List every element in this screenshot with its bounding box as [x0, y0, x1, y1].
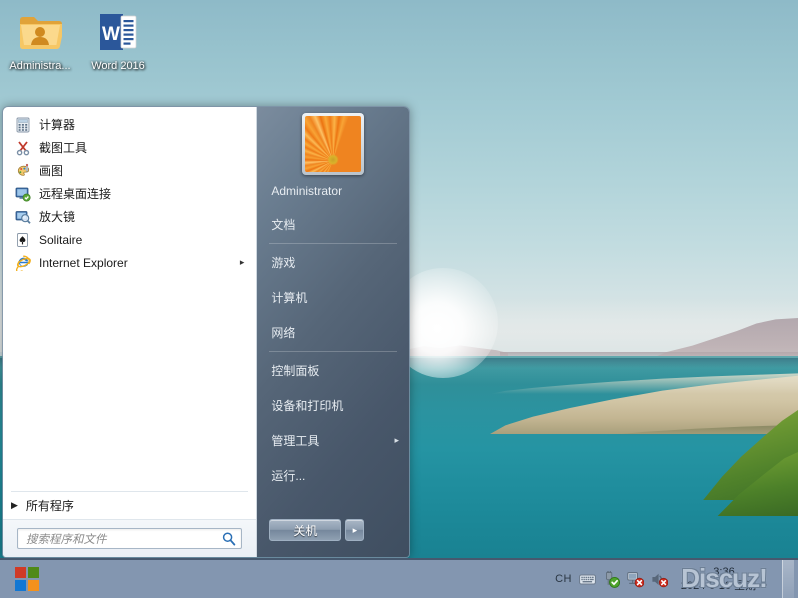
start-menu-program-list: 计算器 截图工具 画图 远程桌面连接 放大镜 Solitaire Interne… [3, 107, 256, 489]
user-picture-orange-daisy [305, 116, 362, 172]
start-menu-item-label: Solitaire [39, 232, 83, 247]
start-menu-item-label: 画图 [39, 164, 64, 178]
chevron-right-icon: ▸ [239, 257, 245, 267]
shutdown-label: 关机 [293, 523, 318, 538]
safely-remove-hardware-icon[interactable] [603, 570, 620, 588]
keyboard-icon[interactable] [579, 571, 596, 588]
chevron-right-icon: ▸ [352, 524, 358, 535]
start-menu-power-area: 关机 ▸ [257, 511, 409, 557]
start-menu-item-label: 远程桌面连接 [39, 187, 112, 201]
start-menu-left-panel: 计算器 截图工具 画图 远程桌面连接 放大镜 Solitaire Interne… [3, 107, 258, 557]
desktop-icon-label: Administra... [9, 60, 71, 72]
system-tray: CH 3:36 2024-6-10 星期一 Discuz! [555, 560, 798, 598]
start-menu-right-item-network[interactable]: 网络 [257, 315, 409, 350]
start-menu-right-panel: Administrator 文档 游戏 计算机 网络 控制面板 设备和打印机 管… [257, 107, 409, 557]
search-input[interactable]: 搜索程序和文件 [17, 528, 243, 549]
start-menu-item-paint[interactable]: 画图 [9, 159, 250, 182]
search-icon [221, 531, 237, 547]
start-menu-right-item-control-panel[interactable]: 控制面板 [257, 353, 409, 388]
all-programs-button[interactable]: ▶ 所有程序 [3, 492, 256, 519]
magnifier-icon [13, 208, 33, 225]
network-disconnected-icon[interactable] [627, 571, 644, 588]
start-menu-item-remote-desktop[interactable]: 远程桌面连接 [9, 182, 250, 205]
start-menu-right-divider [269, 351, 397, 352]
start-menu[interactable]: 计算器 截图工具 画图 远程桌面连接 放大镜 Solitaire Interne… [2, 106, 410, 558]
start-menu-item-label: 放大镜 [39, 210, 76, 224]
chevron-right-icon: ▶ [11, 500, 18, 510]
shutdown-button[interactable]: 关机 [269, 519, 342, 541]
clock-time: 3:36 [713, 566, 735, 578]
snipping-tool-icon [13, 139, 33, 156]
right-item-label: 设备和打印机 [271, 399, 344, 413]
right-item-label: 运行... [271, 469, 306, 483]
internet-explorer-icon [13, 254, 33, 271]
taskbar[interactable]: CH 3:36 2024-6-10 星期一 Discuz! [0, 558, 798, 598]
desktop-icon-administrator[interactable]: Administra... [2, 8, 78, 73]
start-menu-right-item-devices-printers[interactable]: 设备和打印机 [257, 388, 409, 423]
chevron-right-icon: ▸ [394, 435, 399, 445]
language-indicator[interactable]: CH [555, 573, 572, 585]
start-menu-right-item-computer[interactable]: 计算机 [257, 280, 409, 315]
start-button[interactable] [0, 560, 54, 598]
start-menu-item-calculator[interactable]: 计算器 [9, 113, 250, 136]
volume-muted-icon[interactable] [651, 571, 668, 588]
right-item-label: 网络 [271, 326, 296, 340]
paint-icon [13, 162, 33, 179]
start-menu-item-label: Internet Explorer [39, 255, 128, 270]
desktop[interactable]: Administra... W Word 2016 计算器 截图工具 画图 远程… [0, 0, 798, 598]
solitaire-icon [13, 231, 33, 248]
start-menu-item-label: 截图工具 [39, 141, 88, 155]
windows-logo-icon [15, 567, 39, 591]
start-menu-right-item-documents[interactable]: 文档 [257, 207, 409, 242]
start-menu-right-item-run[interactable]: 运行... [257, 458, 409, 493]
right-item-label: 计算机 [271, 291, 308, 305]
desktop-icon-word-2016[interactable]: W Word 2016 [80, 8, 156, 73]
start-menu-item-solitaire[interactable]: Solitaire [9, 228, 250, 251]
start-menu-right-item-games[interactable]: 游戏 [257, 245, 409, 280]
right-item-label: 游戏 [271, 256, 296, 270]
clock-date: 2024-6-10 星期一 [680, 580, 768, 592]
start-menu-right-divider [269, 243, 397, 244]
right-item-label: 控制面板 [271, 364, 320, 378]
start-menu-item-snipping-tool[interactable]: 截图工具 [9, 136, 250, 159]
start-menu-item-internet-explorer[interactable]: Internet Explorer ▸ [9, 251, 250, 274]
word-icon: W [80, 8, 156, 56]
clock[interactable]: 3:36 2024-6-10 星期一 Discuz! [675, 560, 773, 598]
calculator-icon [13, 116, 33, 133]
remote-desktop-icon [13, 185, 33, 202]
svg-text:W: W [102, 24, 120, 45]
shutdown-options-button[interactable]: ▸ [345, 519, 365, 541]
start-menu-item-label: 计算器 [39, 118, 76, 132]
start-menu-right-item-administrative-tools[interactable]: 管理工具 ▸ [257, 423, 409, 458]
desktop-icon-label: Word 2016 [91, 60, 145, 72]
avatar[interactable] [302, 113, 365, 175]
all-programs-label: 所有程序 [25, 499, 74, 513]
right-item-label: 文档 [271, 218, 296, 232]
user-name-label: Administrator [271, 184, 343, 198]
show-desktop-button[interactable] [782, 560, 794, 598]
user-folder-icon [2, 8, 78, 56]
start-menu-item-magnifier[interactable]: 放大镜 [9, 205, 250, 228]
search-placeholder: 搜索程序和文件 [26, 533, 107, 546]
right-item-label: 管理工具 [271, 434, 320, 448]
start-menu-search-zone: 搜索程序和文件 [3, 519, 257, 557]
start-menu-user-name[interactable]: Administrator [257, 175, 409, 207]
